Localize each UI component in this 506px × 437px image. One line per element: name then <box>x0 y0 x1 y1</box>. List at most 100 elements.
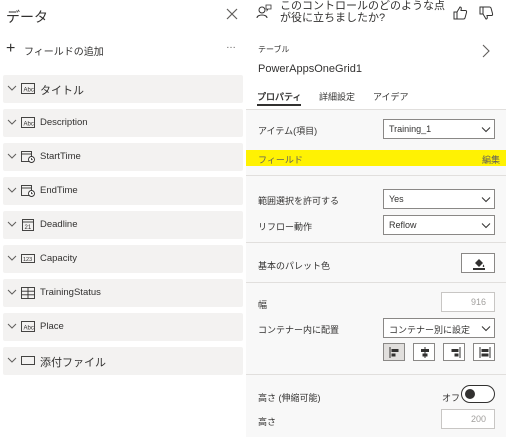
palette-color-button[interactable] <box>461 253 495 273</box>
chevron-right-icon[interactable] <box>481 44 491 58</box>
fields-row[interactable]: フィールド 編集 <box>246 150 506 166</box>
feedback-banner: このコントロールのどのような点が役に立ちましたか? <box>246 0 506 30</box>
thumbs-up-icon[interactable] <box>452 5 468 21</box>
active-tab-indicator <box>257 104 301 106</box>
flexible-height-toggle[interactable] <box>461 385 495 403</box>
toggle-knob <box>465 389 475 399</box>
control-name: PowerAppsOneGrid1 <box>258 63 362 75</box>
chevron-down-icon[interactable] <box>7 253 17 263</box>
height-value: 200 <box>470 414 486 424</box>
chevron-down-icon[interactable] <box>7 117 17 127</box>
field-item-deadline[interactable]: 21 Deadline <box>3 211 243 239</box>
tab-ideas[interactable]: アイデア <box>373 90 409 103</box>
field-item-endtime[interactable]: EndTime <box>3 177 243 205</box>
edit-fields-link[interactable]: 編集 <box>482 153 500 166</box>
tab-advanced[interactable]: 詳細設定 <box>319 90 355 103</box>
field-label: Place <box>40 321 64 332</box>
align-start-button[interactable] <box>383 343 405 361</box>
field-label: EndTime <box>40 185 78 196</box>
field-label: Deadline <box>40 219 78 230</box>
divider <box>246 374 506 375</box>
plus-icon: + <box>6 40 16 57</box>
chevron-down-icon[interactable] <box>7 355 17 365</box>
divider <box>246 282 506 283</box>
align-end-icon <box>451 347 461 358</box>
allow-selection-value: Yes <box>389 194 404 204</box>
date-field-icon: 21 <box>22 219 34 231</box>
close-icon[interactable] <box>224 6 240 22</box>
choice-field-icon <box>21 287 35 299</box>
data-panel-title: データ <box>6 9 48 25</box>
feedback-person-icon <box>256 4 272 19</box>
thumbs-down-icon[interactable] <box>478 5 494 21</box>
field-item-title[interactable]: Abc タイトル <box>3 75 243 103</box>
flexible-height-state: オフ <box>442 393 461 403</box>
align-end-button[interactable] <box>443 343 465 361</box>
width-value: 916 <box>470 297 486 307</box>
attachment-field-icon <box>21 356 35 365</box>
align-label: コンテナー内に配置 <box>258 325 340 335</box>
text-field-icon: Abc <box>21 117 35 128</box>
divider <box>246 109 506 110</box>
flexible-height-label: 高さ (伸縮可能) <box>258 393 321 403</box>
palette-label: 基本のパレット色 <box>258 261 331 271</box>
field-label: Description <box>40 117 88 128</box>
add-field-button[interactable]: + フィールドの追加 … <box>4 40 242 60</box>
align-center-button[interactable] <box>413 343 435 361</box>
chevron-down-icon[interactable] <box>7 219 17 229</box>
feedback-question: このコントロールのどのような点が役に立ちましたか? <box>280 0 445 24</box>
field-label: StartTime <box>40 151 81 162</box>
text-field-icon: Abc <box>21 321 35 332</box>
more-options-icon[interactable]: … <box>226 40 237 51</box>
property-tabs: プロパティ 詳細設定 アイデア <box>246 88 506 108</box>
field-item-capacity[interactable]: 123 Capacity <box>3 245 243 273</box>
reflow-label: リフロー動作 <box>258 222 313 232</box>
items-label: アイテム(項目) <box>258 126 318 136</box>
chevron-down-icon <box>481 223 491 229</box>
properties-panel: このコントロールのどのような点が役に立ちましたか? テーブル PowerApps… <box>246 0 506 437</box>
add-field-label: フィールドの追加 <box>24 47 104 58</box>
chevron-down-icon[interactable] <box>7 321 17 331</box>
highlight-tail <box>500 153 506 166</box>
tab-properties[interactable]: プロパティ <box>257 90 301 103</box>
align-dropdown[interactable]: コンテナー別に設定 <box>383 318 495 338</box>
divider <box>246 242 506 243</box>
field-item-description[interactable]: Abc Description <box>3 109 243 137</box>
align-center-icon <box>421 347 429 358</box>
align-value: コンテナー別に設定 <box>389 325 471 335</box>
text-field-icon: Abc <box>21 83 35 94</box>
allow-selection-label: 範囲選択を許可する <box>258 196 340 206</box>
datetime-field-icon <box>21 151 35 163</box>
chevron-down-icon[interactable] <box>7 151 17 161</box>
alignment-buttons <box>383 343 495 361</box>
field-label: TrainingStatus <box>40 287 101 298</box>
chevron-down-icon[interactable] <box>7 287 17 297</box>
divider <box>246 175 506 176</box>
items-dropdown[interactable]: Training_1 <box>383 119 495 139</box>
number-field-icon: 123 <box>21 254 35 263</box>
field-label: タイトル <box>40 85 84 97</box>
field-item-place[interactable]: Abc Place <box>3 313 243 341</box>
svg-text:123: 123 <box>23 257 32 263</box>
svg-text:Abc: Abc <box>24 88 34 94</box>
fields-label: フィールド <box>258 155 303 165</box>
width-input[interactable]: 916 <box>441 292 495 312</box>
height-input[interactable]: 200 <box>441 409 495 429</box>
field-item-starttime[interactable]: StartTime <box>3 143 243 171</box>
data-panel: データ + フィールドの追加 … Abc タイトル Abc Descriptio… <box>0 0 246 437</box>
field-label: Capacity <box>40 253 77 264</box>
control-kind: テーブル <box>258 45 290 54</box>
allow-selection-dropdown[interactable]: Yes <box>383 189 495 209</box>
data-panel-header: データ <box>0 0 246 34</box>
field-item-trainingstatus[interactable]: TrainingStatus <box>3 279 243 307</box>
reflow-dropdown[interactable]: Reflow <box>383 215 495 235</box>
chevron-down-icon[interactable] <box>7 185 17 195</box>
align-stretch-button[interactable] <box>473 343 495 361</box>
chevron-down-icon <box>481 127 491 133</box>
height-label: 高さ <box>258 417 277 427</box>
field-item-attachments[interactable]: 添付ファイル <box>3 347 243 375</box>
datetime-field-icon <box>21 185 35 197</box>
chevron-down-icon[interactable] <box>7 83 17 93</box>
svg-text:Abc: Abc <box>24 326 34 332</box>
chevron-down-icon <box>481 326 491 332</box>
